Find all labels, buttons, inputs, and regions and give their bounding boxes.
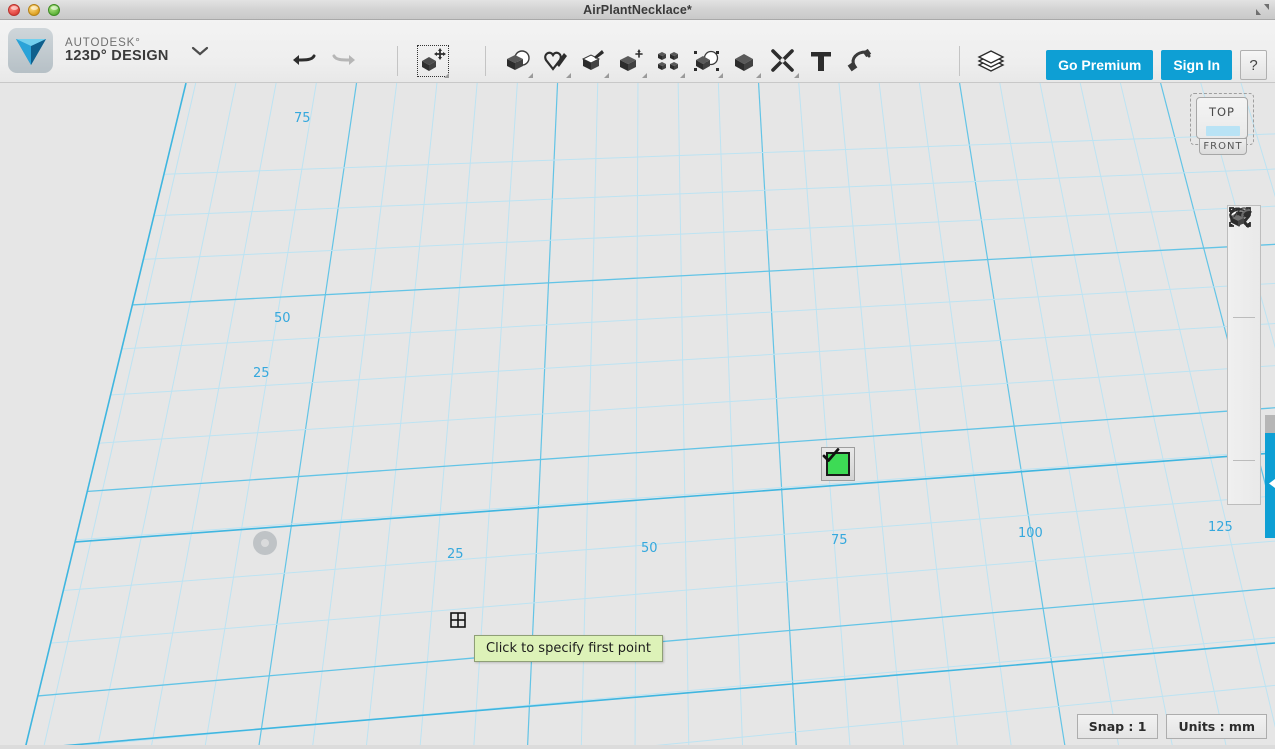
window-bottom-edge — [0, 745, 1275, 749]
brand-product: 123D° DESIGN — [65, 47, 169, 64]
transform-button[interactable] — [414, 42, 452, 80]
sketch-button[interactable] — [536, 42, 574, 80]
minimize-window-button[interactable] — [28, 4, 40, 16]
autodesk-123d-logo-icon[interactable] — [8, 28, 53, 73]
toolbar-divider-3 — [959, 46, 960, 76]
fullscreen-icon[interactable] — [1255, 3, 1271, 17]
snap-button[interactable] — [840, 42, 878, 80]
dropdown-corner-icon[interactable] — [444, 73, 449, 78]
main-toolbar: AUTODESK° 123D° DESIGN Go Premium Sign I… — [0, 20, 1275, 83]
dropdown-corner-icon[interactable] — [680, 73, 685, 78]
modify-button[interactable] — [612, 42, 650, 80]
toolbar-divider-2 — [485, 46, 486, 76]
shaded-cube-button[interactable] — [1228, 207, 1260, 389]
units-status[interactable]: Units : mm — [1166, 714, 1267, 739]
tooltip: Click to specify first point — [474, 635, 663, 662]
sketch-crosshair-grid-icon — [450, 612, 466, 628]
materials-group — [972, 42, 1010, 80]
application-window: AirPlantNecklace* AUTODESK° 123D° DESIGN — [0, 0, 1275, 749]
dropdown-corner-icon[interactable] — [718, 73, 723, 78]
light-cube-button[interactable] — [1228, 209, 1260, 498]
confirm-sketch-button[interactable] — [821, 447, 855, 481]
dropdown-corner-icon[interactable] — [566, 73, 571, 78]
brand-block[interactable]: AUTODESK° 123D° DESIGN — [8, 28, 209, 73]
fit-to-screen-button[interactable] — [1228, 207, 1260, 355]
history-group — [286, 42, 362, 80]
construct-button[interactable] — [574, 42, 612, 80]
pattern-button[interactable] — [650, 42, 688, 80]
window-title: AirPlantNecklace* — [583, 2, 692, 17]
view-cube-front-face[interactable]: FRONT — [1199, 138, 1247, 155]
view-cube[interactable]: TOP FRONT — [1189, 93, 1257, 165]
nav-divider-2 — [1233, 460, 1255, 461]
nav-divider — [1233, 317, 1255, 318]
account-actions: Go Premium Sign In ? — [1046, 50, 1267, 80]
3d-viewport[interactable]: 75 50 25 25 50 75 100 125 TOP FRONT Clic… — [0, 83, 1275, 749]
scrollbar-track[interactable] — [1265, 415, 1275, 433]
close-window-button[interactable] — [8, 4, 20, 16]
transform-group — [414, 42, 452, 80]
dropdown-corner-icon[interactable] — [642, 73, 647, 78]
undo-button[interactable] — [286, 42, 324, 80]
text-button[interactable] — [802, 42, 840, 80]
view-navigation-bar — [1227, 205, 1261, 505]
sign-in-button[interactable]: Sign In — [1161, 50, 1232, 80]
help-button[interactable]: ? — [1240, 50, 1267, 80]
status-bar: Snap : 1 Units : mm — [1076, 714, 1267, 739]
materials-button[interactable] — [972, 42, 1010, 80]
go-premium-button[interactable]: Go Premium — [1046, 50, 1154, 80]
tools-group — [498, 42, 878, 80]
snap-status[interactable]: Snap : 1 — [1076, 714, 1159, 739]
grid-snap-icon[interactable] — [1228, 209, 1260, 457]
combine-button[interactable] — [726, 42, 764, 80]
eye-icon[interactable] — [1228, 208, 1260, 423]
window-title-bar: AirPlantNecklace* — [0, 0, 1275, 20]
window-controls[interactable] — [8, 4, 60, 16]
view-cube-highlight — [1206, 126, 1240, 136]
grouping-button[interactable] — [688, 42, 726, 80]
chevron-down-icon[interactable] — [191, 45, 209, 57]
dropdown-corner-icon[interactable] — [794, 73, 799, 78]
brand-text: AUTODESK° 123D° DESIGN — [65, 37, 169, 64]
dropdown-corner-icon[interactable] — [604, 73, 609, 78]
dropdown-corner-icon[interactable] — [528, 73, 533, 78]
redo-button[interactable] — [324, 42, 362, 80]
dropdown-corner-icon[interactable] — [756, 73, 761, 78]
measure-button[interactable] — [764, 42, 802, 80]
green-checkmark-icon — [822, 448, 850, 476]
orbit-button[interactable] — [1228, 208, 1260, 280]
origin-handle — [253, 531, 277, 555]
zoom-window-button[interactable] — [48, 4, 60, 16]
primitives-button[interactable] — [498, 42, 536, 80]
toolbar-divider — [397, 46, 398, 76]
magnifier-icon[interactable] — [1228, 207, 1260, 314]
